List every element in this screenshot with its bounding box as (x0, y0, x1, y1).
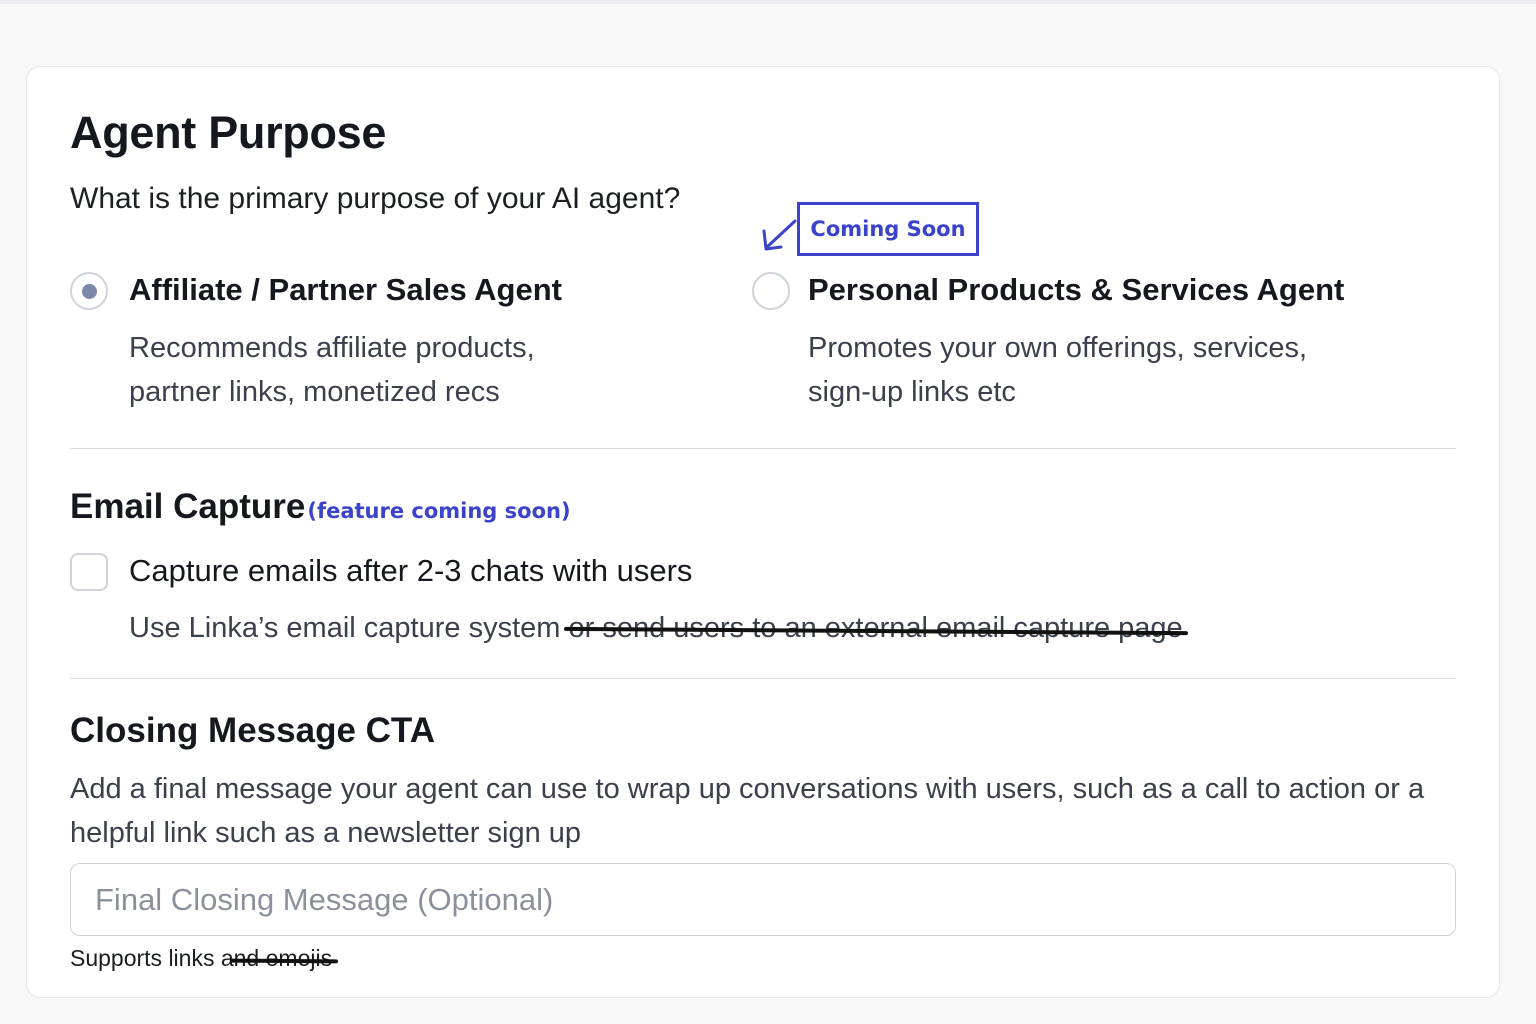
option-personal-desc-2: sign-up links etc (808, 376, 1016, 408)
radio-personal-agent[interactable] (752, 272, 790, 310)
closing-message-desc: Add a final message your agent can use t… (70, 773, 1425, 849)
email-capture-heading: Email Capture (70, 487, 306, 526)
radio-selected-dot (81, 283, 97, 299)
email-capture-header: Email Capture (feature coming soon) (70, 487, 571, 527)
closing-message-heading: Closing Message CTA (70, 711, 435, 750)
email-capture-desc-text: Use Linka’s email capture system (129, 612, 569, 644)
hint-text: Supports links a (70, 945, 234, 971)
agent-purpose-heading: Agent Purpose (70, 107, 387, 158)
email-capture-desc-struck: or send users to an external email captu… (568, 606, 1182, 650)
top-border (0, 0, 1536, 4)
radio-affiliate-agent[interactable] (70, 272, 108, 310)
hint-struck-text: nd emojis (233, 945, 333, 971)
option-affiliate-desc-2: partner links, monetized recs (129, 376, 500, 408)
option-affiliate-desc-1: Recommends affiliate products, (129, 332, 535, 364)
email-capture-desc: Use Linka’s email capture system or send… (129, 606, 1183, 650)
annotation-arrow-icon (762, 219, 797, 251)
capture-emails-checkbox[interactable] (70, 553, 108, 591)
closing-message-input[interactable] (70, 863, 1456, 936)
section-divider (70, 678, 1456, 679)
closing-message-hint: Supports links and emojis (70, 945, 332, 972)
coming-soon-annotation: Coming Soon (797, 202, 979, 256)
option-personal-desc-1: Promotes your own offerings, services, (808, 332, 1308, 364)
option-personal-title: Personal Products & Services Agent (808, 272, 1345, 307)
option-affiliate-title: Affiliate / Partner Sales Agent (129, 272, 562, 307)
settings-card: Agent Purpose What is the primary purpos… (26, 66, 1500, 998)
capture-emails-label: Capture emails after 2-3 chats with user… (129, 553, 693, 588)
feature-coming-soon-annotation: (feature coming soon) (307, 499, 571, 523)
agent-purpose-question: What is the primary purpose of your AI a… (70, 182, 681, 215)
section-divider (70, 448, 1456, 449)
